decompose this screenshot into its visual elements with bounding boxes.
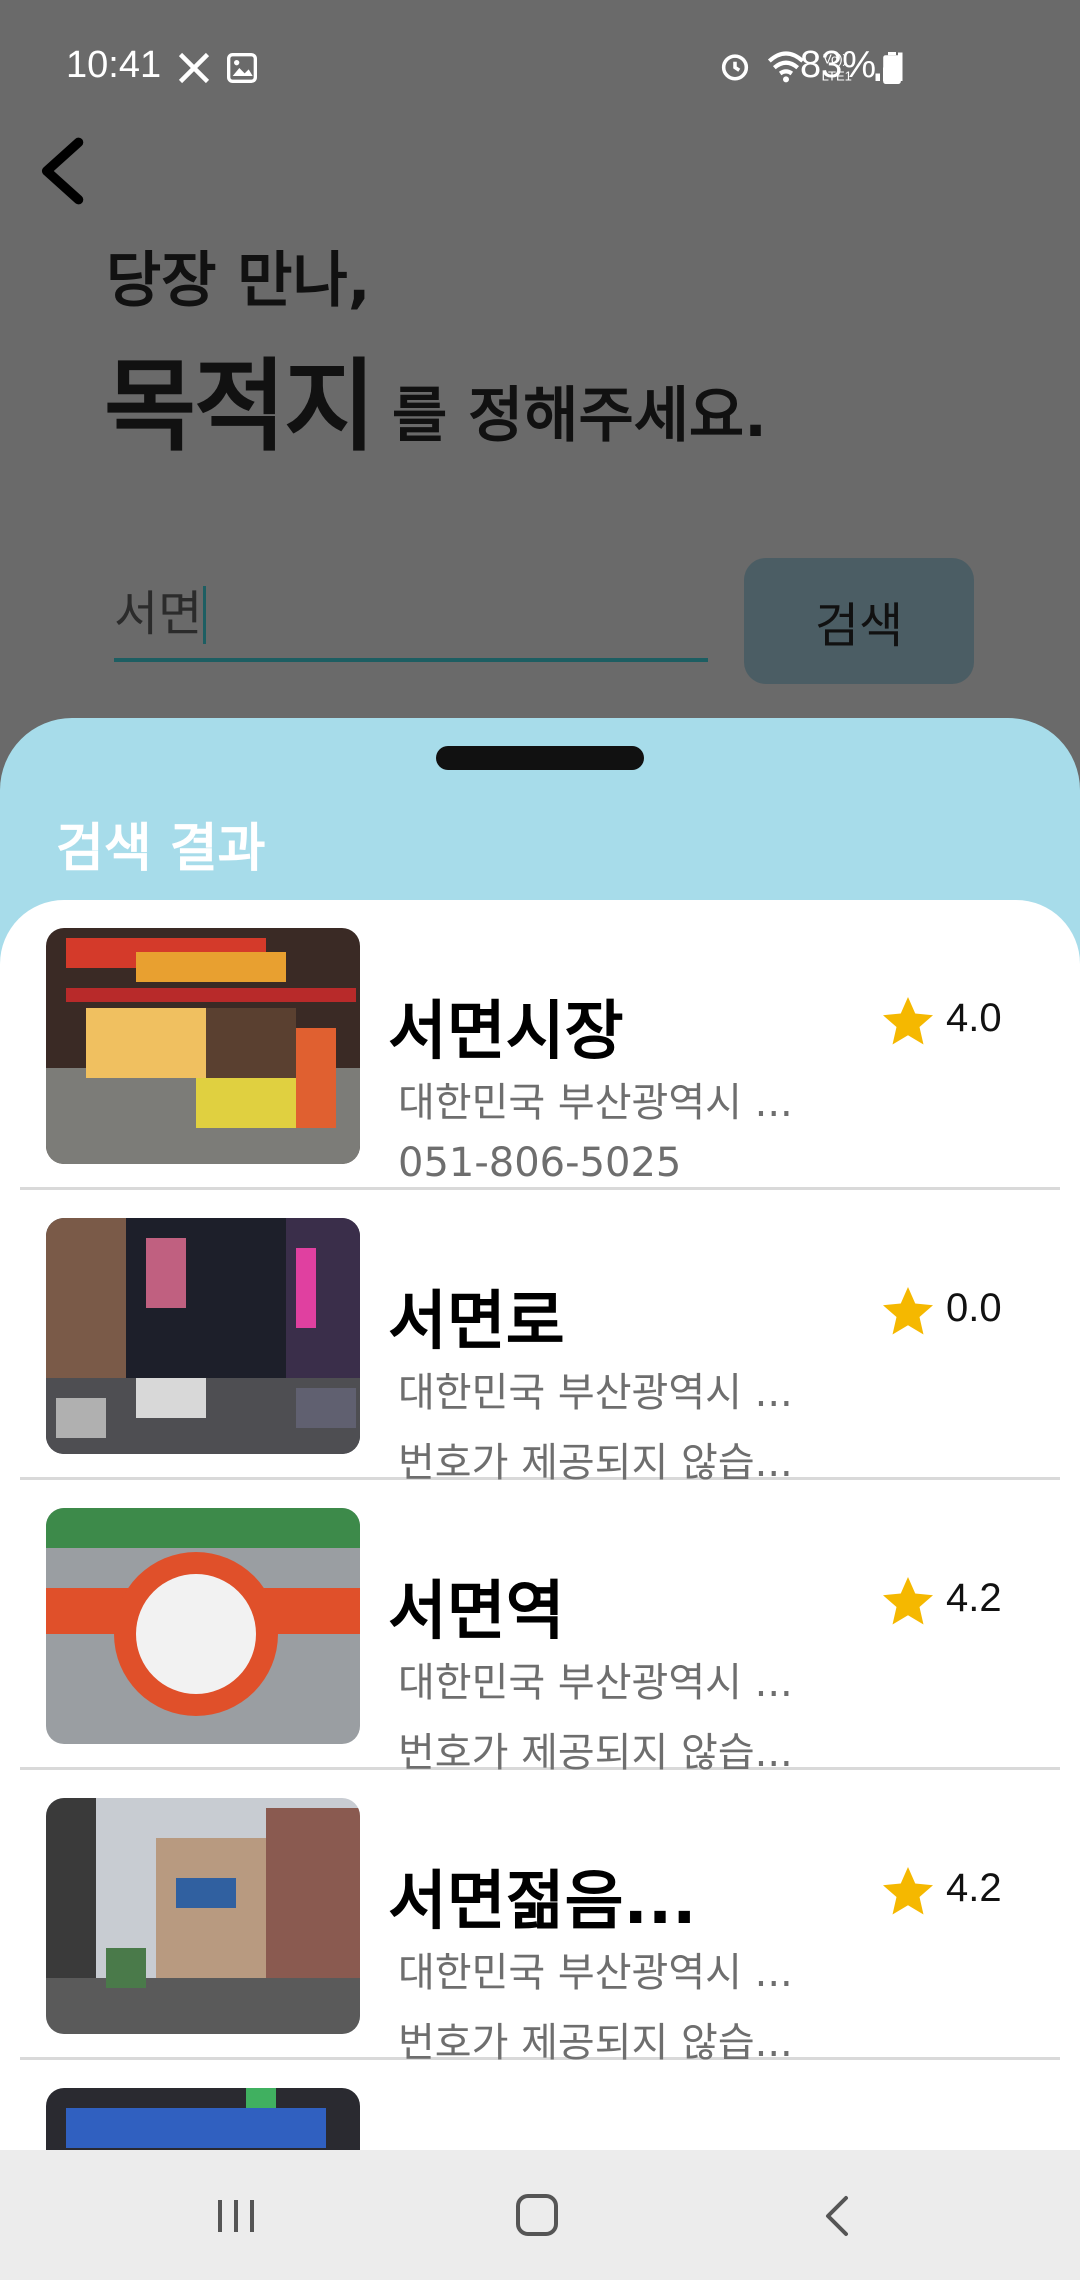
status-bar: 10:41 Vo)) LTE1 83%	[0, 0, 1080, 130]
place-address: 대한민국 부산광역시 ...	[398, 1080, 793, 1126]
search-button[interactable]: 검색	[744, 558, 974, 684]
star-icon	[883, 1577, 933, 1625]
place-rating: 4.0	[946, 996, 1002, 1040]
nav-back-icon[interactable]	[820, 2192, 854, 2240]
list-item[interactable]: 서면시장 대한민국 부산광역시 ... 051-806-5025 4.0	[20, 900, 1060, 1190]
back-arrow-icon[interactable]	[36, 136, 86, 206]
battery-icon	[883, 52, 901, 84]
results-title: 검색 결과	[56, 819, 266, 879]
place-rating: 0.0	[946, 1286, 1002, 1330]
place-photo	[46, 2088, 360, 2150]
star-icon	[883, 1287, 933, 1335]
x-app-icon	[178, 52, 210, 84]
header-line1: 당장 만나,	[106, 246, 371, 316]
place-address: 대한민국 부산광역시 ...	[398, 1370, 793, 1416]
results-list[interactable]: 서면시장 대한민국 부산광역시 ... 051-806-5025 4.0 서면로…	[0, 900, 1080, 2150]
place-phone: 051-806-5025	[398, 1140, 682, 1186]
place-name: 서면젊음...	[388, 1865, 697, 1939]
place-address: 대한민국 부산광역시 ...	[398, 1950, 793, 1996]
place-rating: 4.2	[946, 1576, 1002, 1620]
place-photo	[46, 1218, 360, 1454]
sheet-drag-handle[interactable]	[436, 746, 644, 770]
image-notification-icon	[227, 53, 257, 83]
place-photo	[46, 1508, 360, 1744]
star-icon	[883, 1867, 933, 1915]
text-cursor	[203, 586, 206, 644]
place-name: 서면시장	[388, 995, 624, 1069]
list-item[interactable]: 서면로 대한민국 부산광역시 ... 번호가 제공되지 않습... 0.0	[20, 1190, 1060, 1486]
alarm-icon	[721, 54, 749, 81]
header-instruction: 를 정해주세요.	[392, 381, 767, 451]
status-time: 10:41	[66, 44, 162, 86]
place-photo	[46, 928, 360, 1164]
recent-apps-icon[interactable]	[214, 2196, 258, 2236]
header-destination: 목적지	[104, 348, 376, 465]
place-address: 대한민국 부산광역시 ...	[398, 1660, 793, 1706]
place-rating: 4.2	[946, 1866, 1002, 1910]
list-item[interactable]	[20, 2060, 1060, 2150]
battery-percent: 83%	[800, 44, 877, 86]
place-name: 서면로	[388, 1285, 565, 1359]
place-photo	[46, 1798, 360, 2034]
star-icon	[883, 997, 933, 1045]
home-icon[interactable]	[514, 2192, 560, 2238]
place-name: 서면역	[388, 1575, 565, 1649]
list-item[interactable]: 서면젊음... 대한민국 부산광역시 ... 번호가 제공되지 않습... 4.…	[20, 1770, 1060, 2066]
list-item[interactable]: 서면역 대한민국 부산광역시 ... 번호가 제공되지 않습... 4.2	[20, 1480, 1060, 1776]
